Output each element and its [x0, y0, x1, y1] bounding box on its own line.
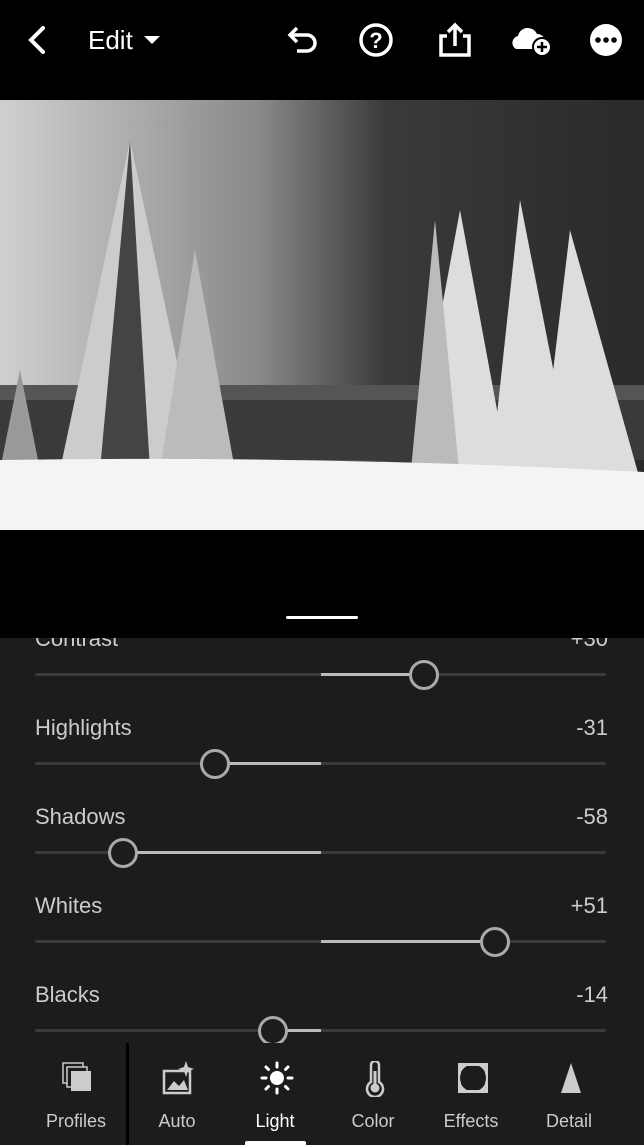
- back-button[interactable]: [22, 20, 52, 60]
- dropdown-icon: [143, 36, 160, 44]
- slider-shadows: Shadows -58: [0, 798, 644, 887]
- help-button[interactable]: ?: [357, 20, 395, 60]
- photo-preview[interactable]: [0, 100, 644, 530]
- tool-detail[interactable]: Detail: [520, 1043, 618, 1145]
- undo-button[interactable]: [282, 20, 320, 60]
- auto-icon: [162, 1061, 194, 1095]
- snowy-forest-image: [0, 100, 644, 530]
- slider-value[interactable]: -58: [576, 804, 608, 830]
- svg-text:?: ?: [369, 28, 382, 53]
- share-icon: [439, 22, 471, 57]
- active-tool-indicator: [245, 1141, 306, 1145]
- slider-thumb[interactable]: [199, 749, 230, 779]
- panel-drag-handle[interactable]: [286, 616, 358, 619]
- light-adjustments-panel: Contrast +30 Highlights -31 Shadows -58 …: [0, 638, 644, 1043]
- share-button[interactable]: [436, 20, 474, 60]
- slider-label: Contrast: [35, 638, 119, 651]
- top-bar: Edit ?: [0, 0, 644, 100]
- edit-menu[interactable]: Edit: [88, 20, 165, 60]
- slider-label: Highlights: [35, 715, 132, 740]
- tool-auto[interactable]: Auto: [128, 1043, 226, 1145]
- slider-label: Blacks: [35, 982, 100, 1007]
- slider-label: Whites: [35, 893, 103, 918]
- slider-label: Shadows: [35, 804, 126, 829]
- cloud-add-button[interactable]: [508, 20, 554, 60]
- page-title: Edit: [88, 24, 133, 55]
- slider-contrast: Contrast +30: [0, 638, 644, 709]
- slider-value[interactable]: -14: [576, 982, 608, 1008]
- back-icon: [28, 26, 45, 54]
- edit-toolbar: Profiles Auto Light Color Effects Detail: [0, 1043, 644, 1145]
- slider-value[interactable]: -31: [576, 715, 608, 741]
- thermometer-icon: [365, 1061, 385, 1097]
- slider-thumb[interactable]: [258, 1016, 289, 1043]
- tool-profiles[interactable]: Profiles: [27, 1043, 125, 1145]
- slider-fill: [122, 851, 321, 854]
- slider-value[interactable]: +51: [571, 893, 608, 919]
- profiles-icon: [62, 1062, 91, 1091]
- slider-thumb[interactable]: [107, 838, 138, 868]
- slider-value[interactable]: +30: [571, 638, 608, 652]
- tool-effects[interactable]: Effects: [422, 1043, 520, 1145]
- help-icon: ?: [359, 23, 393, 57]
- slider-thumb[interactable]: [408, 660, 439, 690]
- triangle-icon: [561, 1063, 581, 1093]
- sun-icon: [260, 1061, 294, 1095]
- tool-light[interactable]: Light: [226, 1043, 324, 1145]
- slider-highlights: Highlights -31: [0, 709, 644, 798]
- cloud-add-icon: [512, 27, 552, 57]
- tool-color[interactable]: Color: [324, 1043, 422, 1145]
- slider-fill: [214, 762, 321, 765]
- slider-whites: Whites +51: [0, 887, 644, 976]
- more-icon: [590, 24, 622, 56]
- slider-thumb[interactable]: [480, 927, 511, 957]
- slider-blacks: Blacks -14: [0, 976, 644, 1043]
- slider-fill: [321, 940, 496, 943]
- vignette-icon: [458, 1063, 488, 1093]
- more-button[interactable]: [588, 20, 624, 60]
- undo-icon: [287, 26, 317, 53]
